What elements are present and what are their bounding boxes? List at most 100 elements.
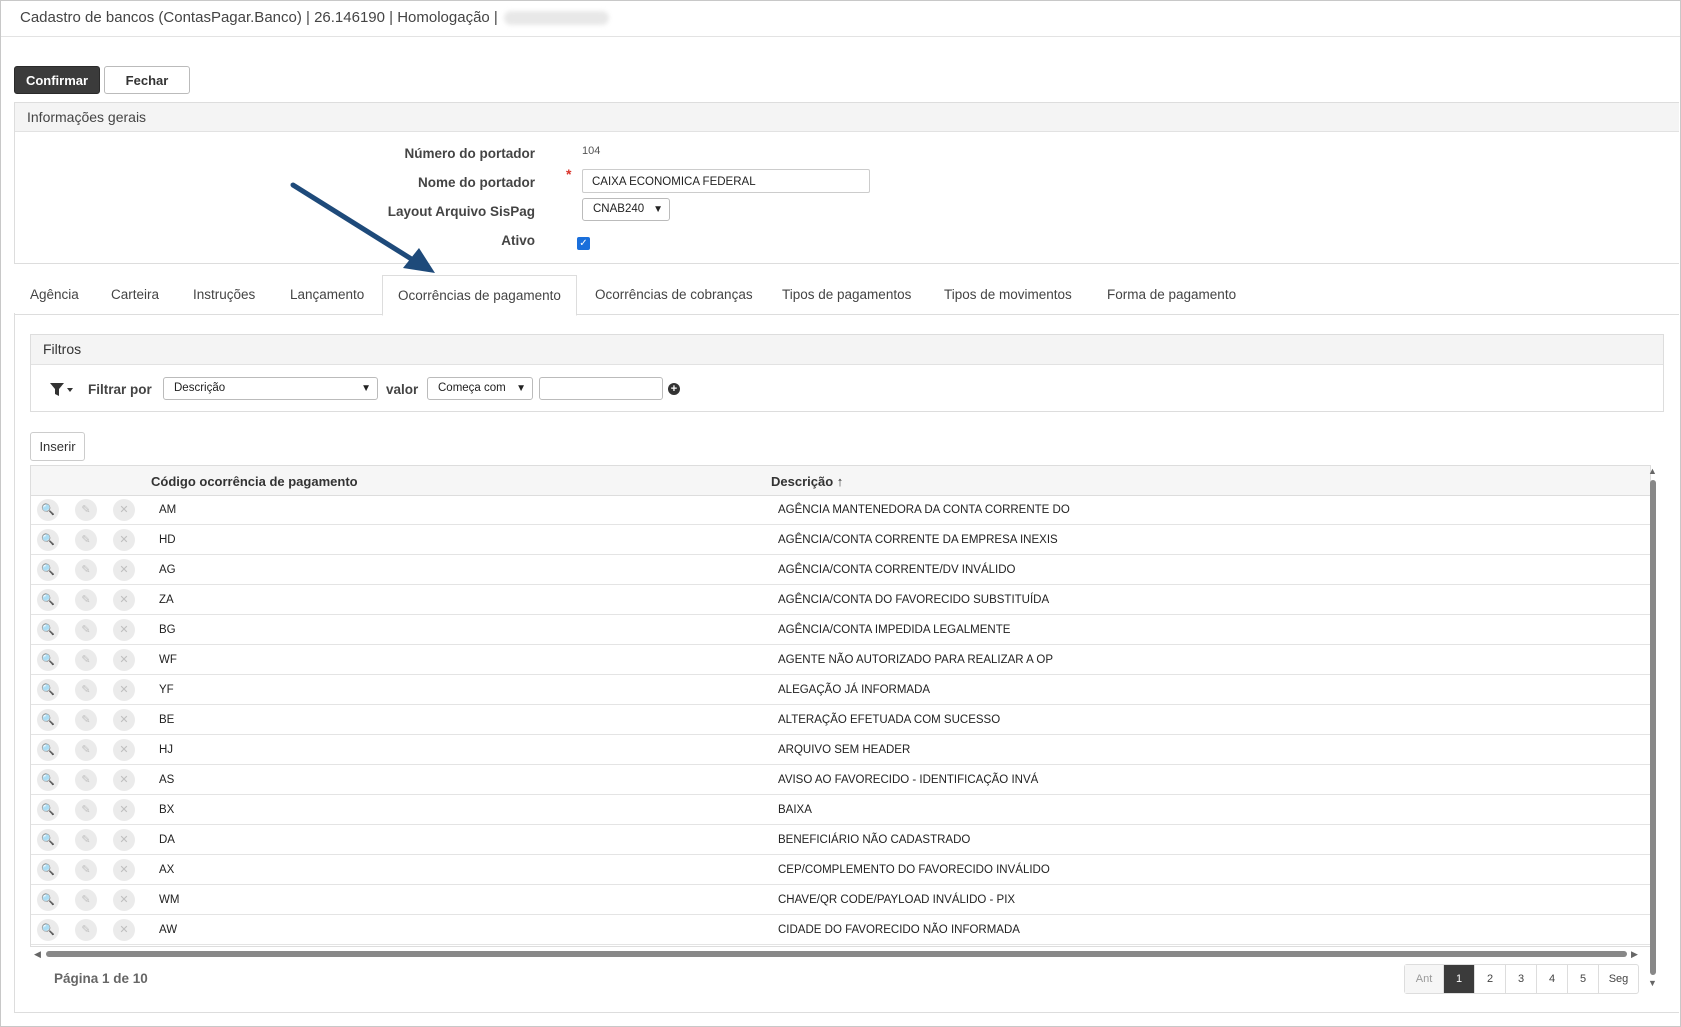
table-row[interactable]: 🔍 ✎ ✕ AX CEP/COMPLEMENTO DO FAVORECIDO INVÁL… bbox=[31, 855, 1650, 885]
edit-icon[interactable]: ✎ bbox=[75, 889, 97, 911]
delete-icon[interactable]: ✕ bbox=[113, 889, 135, 911]
scroll-up-icon[interactable]: ▲ bbox=[1648, 466, 1657, 476]
table-row[interactable]: 🔍 ✎ ✕ WF AGENTE NÃO AUTORIZADO PARA REALIZAR… bbox=[31, 645, 1650, 675]
tab-lancamento[interactable]: Lançamento bbox=[290, 275, 364, 314]
table-row[interactable]: 🔍 ✎ ✕ ZA AGÊNCIA/CONTA DO FAVORECIDO SUBSTIT… bbox=[31, 585, 1650, 615]
edit-icon[interactable]: ✎ bbox=[75, 709, 97, 731]
name-field[interactable]: CAIXA ECONOMICA FEDERAL bbox=[582, 169, 870, 193]
table-row[interactable]: 🔍 ✎ ✕ WM CHAVE/QR CODE/PAYLOAD INVÁLIDO - PI… bbox=[31, 885, 1650, 915]
table-row[interactable]: 🔍 ✎ ✕ BX BAIXA bbox=[31, 795, 1650, 825]
view-icon[interactable]: 🔍 bbox=[37, 589, 59, 611]
table-row[interactable]: 🔍 ✎ ✕ HD AGÊNCIA/CONTA CORRENTE DA EMPRESA I… bbox=[31, 525, 1650, 555]
page-5-button[interactable]: 5 bbox=[1568, 965, 1599, 993]
delete-icon[interactable]: ✕ bbox=[113, 529, 135, 551]
table-row[interactable]: 🔍 ✎ ✕ AM AGÊNCIA MANTENEDORA DA CONTA CORREN… bbox=[31, 495, 1650, 525]
table-row[interactable]: 🔍 ✎ ✕ YF ALEGAÇÃO JÁ INFORMADA bbox=[31, 675, 1650, 705]
view-icon[interactable]: 🔍 bbox=[37, 859, 59, 881]
tab-tipos-pagamentos[interactable]: Tipos de pagamentos bbox=[782, 275, 911, 314]
view-icon[interactable]: 🔍 bbox=[37, 799, 59, 821]
delete-icon[interactable]: ✕ bbox=[113, 709, 135, 731]
table-row[interactable]: 🔍 ✎ ✕ BE ALTERAÇÃO EFETUADA COM SUCESSO bbox=[31, 705, 1650, 735]
tab-agencia[interactable]: Agência bbox=[30, 275, 79, 314]
edit-icon[interactable]: ✎ bbox=[75, 529, 97, 551]
view-icon[interactable]: 🔍 bbox=[37, 739, 59, 761]
edit-icon[interactable]: ✎ bbox=[75, 769, 97, 791]
scroll-right-icon[interactable]: ▶ bbox=[1631, 949, 1638, 960]
edit-icon[interactable]: ✎ bbox=[75, 619, 97, 641]
delete-icon[interactable]: ✕ bbox=[113, 799, 135, 821]
confirm-button[interactable]: Confirmar bbox=[14, 66, 100, 94]
view-icon[interactable]: 🔍 bbox=[37, 709, 59, 731]
view-icon[interactable]: 🔍 bbox=[37, 919, 59, 941]
cell-code: BX bbox=[159, 804, 175, 816]
edit-icon[interactable]: ✎ bbox=[75, 679, 97, 701]
tab-carteira[interactable]: Carteira bbox=[111, 275, 159, 314]
filter-value-input[interactable] bbox=[539, 377, 663, 400]
add-filter-icon[interactable]: + bbox=[668, 383, 680, 395]
prev-page-button[interactable]: Ant bbox=[1405, 965, 1444, 993]
view-icon[interactable]: 🔍 bbox=[37, 829, 59, 851]
view-icon[interactable]: 🔍 bbox=[37, 889, 59, 911]
view-icon[interactable]: 🔍 bbox=[37, 649, 59, 671]
tab-ocorrencias-pagamento[interactable]: Ocorrências de pagamento bbox=[382, 275, 577, 316]
tab-tipos-movimentos[interactable]: Tipos de movimentos bbox=[944, 275, 1072, 314]
table-row[interactable]: 🔍 ✎ ✕ HJ ARQUIVO SEM HEADER bbox=[31, 735, 1650, 765]
delete-icon[interactable]: ✕ bbox=[113, 769, 135, 791]
close-button[interactable]: Fechar bbox=[104, 66, 190, 94]
table-row[interactable]: 🔍 ✎ ✕ AG AGÊNCIA/CONTA CORRENTE/DV INVÁLIDO bbox=[31, 555, 1650, 585]
insert-button[interactable]: Inserir bbox=[30, 432, 85, 461]
table-row[interactable]: 🔍 ✎ ✕ BG AGÊNCIA/CONTA IMPEDIDA LEGALMENTE bbox=[31, 615, 1650, 645]
view-icon[interactable]: 🔍 bbox=[37, 529, 59, 551]
edit-icon[interactable]: ✎ bbox=[75, 649, 97, 671]
view-icon[interactable]: 🔍 bbox=[37, 769, 59, 791]
edit-icon[interactable]: ✎ bbox=[75, 829, 97, 851]
view-icon[interactable]: 🔍 bbox=[37, 619, 59, 641]
filter-operator-select[interactable]: Começa com ▼ bbox=[427, 377, 533, 400]
edit-icon[interactable]: ✎ bbox=[75, 919, 97, 941]
delete-icon[interactable]: ✕ bbox=[113, 559, 135, 581]
scroll-left-icon[interactable]: ◀ bbox=[34, 949, 41, 960]
edit-icon[interactable]: ✎ bbox=[75, 589, 97, 611]
vertical-scrollbar[interactable] bbox=[1650, 480, 1656, 975]
column-header-description[interactable]: Descrição ↑ bbox=[771, 474, 843, 489]
active-checkbox[interactable]: ✓ bbox=[577, 237, 590, 250]
view-icon[interactable]: 🔍 bbox=[37, 559, 59, 581]
tab-instrucoes[interactable]: Instruções bbox=[193, 275, 255, 314]
horizontal-scrollbar[interactable] bbox=[46, 951, 1627, 957]
edit-icon[interactable]: ✎ bbox=[75, 859, 97, 881]
next-page-button[interactable]: Seg bbox=[1599, 965, 1638, 993]
delete-icon[interactable]: ✕ bbox=[113, 739, 135, 761]
table-row[interactable]: 🔍 ✎ ✕ DA BENEFICIÁRIO NÃO CADASTRADO bbox=[31, 825, 1650, 855]
column-header-code[interactable]: Código ocorrência de pagamento bbox=[151, 474, 358, 489]
delete-icon[interactable]: ✕ bbox=[113, 499, 135, 521]
delete-icon[interactable]: ✕ bbox=[113, 619, 135, 641]
layout-select[interactable]: CNAB240 ▼ bbox=[582, 198, 670, 221]
edit-icon[interactable]: ✎ bbox=[75, 739, 97, 761]
filters-header: Filtros bbox=[31, 335, 1663, 365]
scroll-down-icon[interactable]: ▼ bbox=[1648, 978, 1657, 988]
edit-icon[interactable]: ✎ bbox=[75, 799, 97, 821]
filter-field-select[interactable]: Descrição ▼ bbox=[163, 377, 378, 400]
page-2-button[interactable]: 2 bbox=[1475, 965, 1506, 993]
tab-ocorrencias-cobrancas[interactable]: Ocorrências de cobranças bbox=[595, 275, 753, 314]
filter-icon[interactable] bbox=[49, 382, 75, 398]
cell-description: CHAVE/QR CODE/PAYLOAD INVÁLIDO - PIX bbox=[778, 894, 1016, 906]
view-icon[interactable]: 🔍 bbox=[37, 679, 59, 701]
delete-icon[interactable]: ✕ bbox=[113, 829, 135, 851]
delete-icon[interactable]: ✕ bbox=[113, 919, 135, 941]
delete-icon[interactable]: ✕ bbox=[113, 859, 135, 881]
edit-icon[interactable]: ✎ bbox=[75, 499, 97, 521]
page-4-button[interactable]: 4 bbox=[1537, 965, 1568, 993]
edit-icon[interactable]: ✎ bbox=[75, 559, 97, 581]
table-row[interactable]: 🔍 ✎ ✕ AW CIDADE DO FAVORECIDO NÃO INFORMADA bbox=[31, 915, 1650, 945]
delete-icon[interactable]: ✕ bbox=[113, 649, 135, 671]
delete-icon[interactable]: ✕ bbox=[113, 589, 135, 611]
cell-code: AG bbox=[159, 564, 176, 576]
tab-forma-pagamento[interactable]: Forma de pagamento bbox=[1107, 275, 1236, 314]
page-3-button[interactable]: 3 bbox=[1506, 965, 1537, 993]
table-row[interactable]: 🔍 ✎ ✕ AS AVISO AO FAVORECIDO - IDENTIFICAÇÃO… bbox=[31, 765, 1650, 795]
delete-icon[interactable]: ✕ bbox=[113, 679, 135, 701]
cell-description: AGENTE NÃO AUTORIZADO PARA REALIZAR A OP bbox=[778, 654, 1054, 666]
view-icon[interactable]: 🔍 bbox=[37, 499, 59, 521]
page-1-button[interactable]: 1 bbox=[1444, 965, 1475, 993]
